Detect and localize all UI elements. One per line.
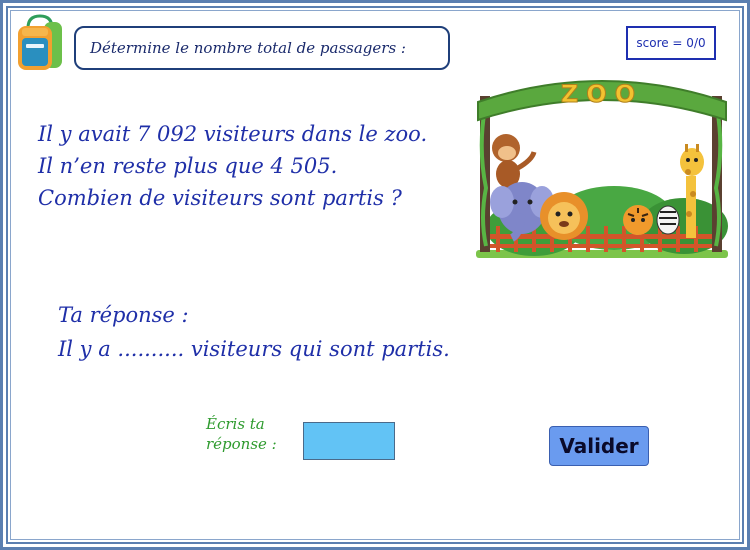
instruction-box: Détermine le nombre total de passagers : <box>74 26 450 70</box>
answer-input[interactable] <box>303 422 395 460</box>
instruction-text: Détermine le nombre total de passagers : <box>90 39 406 57</box>
validate-button-label: Valider <box>559 434 639 458</box>
backpack-icon <box>18 14 62 70</box>
problem-line-2: Il n’en reste plus que 4 505. <box>38 154 338 178</box>
answer-sentence: Il y a .......... visiteurs qui sont par… <box>58 337 450 361</box>
zoo-illustration: ZOO <box>476 80 728 258</box>
score-text: score = 0/0 <box>636 36 706 50</box>
problem-statement: Il y avait 7 092 visiteurs dans le zoo. … <box>38 118 427 214</box>
input-label: Écris ta réponse : <box>206 414 277 454</box>
problem-line-3: Combien de visiteurs sont partis ? <box>38 186 402 210</box>
answer-heading: Ta réponse : <box>58 303 189 327</box>
validate-button[interactable]: Valider <box>549 426 649 466</box>
problem-line-1: Il y avait 7 092 visiteurs dans le zoo. <box>38 122 428 146</box>
score-display: score = 0/0 <box>626 26 716 60</box>
answer-template: Ta réponse : Il y a .......... visiteurs… <box>58 298 450 366</box>
input-label-line-2: réponse : <box>206 435 277 453</box>
zoo-sign-text: ZOO <box>561 80 643 108</box>
input-label-line-1: Écris ta <box>206 415 265 433</box>
